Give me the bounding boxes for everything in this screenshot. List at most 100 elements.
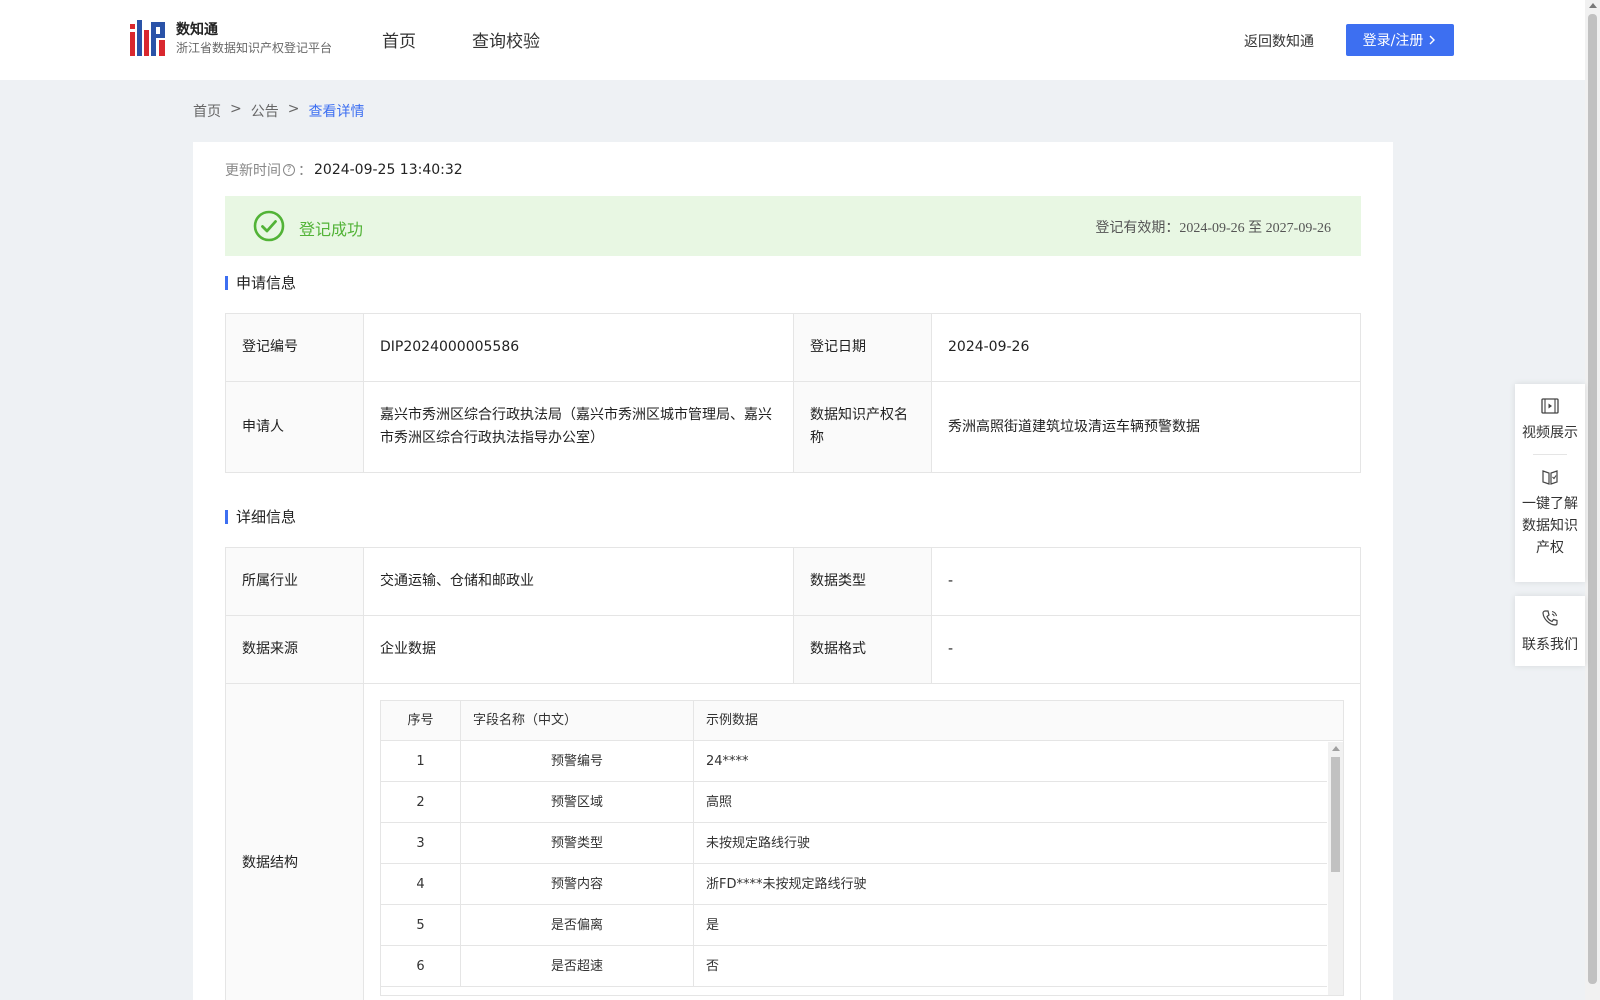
section-apply-info: 申请信息 xyxy=(225,272,296,293)
status-text: 登记成功 xyxy=(299,220,364,239)
table-row: 数据结构 序号 字段名称（中文） 示例数据 1 预警编号 24**** 2 预警… xyxy=(225,683,1361,1000)
learn-ip-button[interactable]: 一键了解数据知识产权 xyxy=(1520,467,1580,559)
applicant-value: 嘉兴市秀洲区综合行政执法局（嘉兴市秀洲区城市管理局、嘉兴市秀洲区综合行政执法指导… xyxy=(363,381,794,473)
structure-table: 序号 字段名称（中文） 示例数据 1 预警编号 24**** 2 预警区域 高照 xyxy=(380,700,1344,996)
scroll-up-arrow-icon[interactable] xyxy=(1589,3,1597,8)
format-value: - xyxy=(931,615,1361,684)
structure-header: 序号 字段名称（中文） 示例数据 xyxy=(381,701,1343,741)
help-icon[interactable]: ? xyxy=(283,164,295,176)
row-field: 预警内容 xyxy=(461,864,694,904)
reg-date-value: 2024-09-26 xyxy=(931,313,1361,382)
table-row: 申请人 嘉兴市秀洲区综合行政执法局（嘉兴市秀洲区城市管理局、嘉兴市秀洲区综合行政… xyxy=(225,381,1361,473)
float-panel-top: 视频展示 一键了解数据知识产权 xyxy=(1515,384,1585,582)
row-sample: 否 xyxy=(706,958,720,974)
structure-scrollbar-thumb[interactable] xyxy=(1331,757,1340,872)
row-field: 是否偏离 xyxy=(461,905,694,945)
phone-icon xyxy=(1542,610,1558,626)
row-no: 5 xyxy=(381,905,461,945)
login-register-button[interactable]: 登录/注册 xyxy=(1346,24,1454,56)
video-showcase-button[interactable]: 视频展示 xyxy=(1522,396,1578,442)
logo-subtitle: 浙江省数据知识产权登记平台 xyxy=(176,41,333,55)
status-banner: 登记成功 登记有效期：2024-09-26 至 2027-09-26 xyxy=(225,196,1361,256)
structure-row: 4 预警内容 浙FD****未按规定路线行驶 xyxy=(381,864,1327,905)
reg-no-label: 登记编号 xyxy=(225,313,364,382)
breadcrumb-separator: > xyxy=(230,101,242,117)
section-title-text: 详细信息 xyxy=(236,508,297,526)
window-scrollbar-thumb[interactable] xyxy=(1588,14,1597,984)
section-title-text: 申请信息 xyxy=(236,274,297,292)
row-field: 预警类型 xyxy=(461,823,694,863)
row-sample: 24**** xyxy=(706,753,749,769)
validity-period: 登记有效期：2024-09-26 至 2027-09-26 xyxy=(1095,217,1331,237)
industry-value: 交通运输、仓储和邮政业 xyxy=(363,547,794,616)
row-sample: 高照 xyxy=(706,794,733,810)
apply-info-table: 登记编号 DIP2024000005586 登记日期 2024-09-26 申请… xyxy=(225,313,1361,473)
breadcrumb-current: 查看详情 xyxy=(308,104,365,120)
row-no: 4 xyxy=(381,864,461,904)
data-type-value: - xyxy=(931,547,1361,616)
update-time-value: 2024-09-25 13:40:32 xyxy=(314,162,463,178)
window-scrollbar[interactable] xyxy=(1585,0,1600,1000)
scroll-up-arrow-icon[interactable] xyxy=(1332,746,1340,751)
applicant-label: 申请人 xyxy=(225,381,364,473)
table-row: 所属行业 交通运输、仓储和邮政业 数据类型 - xyxy=(225,547,1361,616)
source-value: 企业数据 xyxy=(363,615,794,684)
top-header: 数知通 浙江省数据知识产权登记平台 首页 查询校验 返回数知通 登录/注册 xyxy=(0,0,1585,80)
row-sample: 是 xyxy=(706,917,720,933)
contact-us-button[interactable]: 联系我们 xyxy=(1522,608,1578,654)
video-showcase-label: 视频展示 xyxy=(1522,425,1578,441)
nav-home[interactable]: 首页 xyxy=(382,27,416,52)
logo-text: 数知通 浙江省数据知识产权登记平台 xyxy=(176,21,332,57)
structure-cell: 序号 字段名称（中文） 示例数据 1 预警编号 24**** 2 预警区域 高照 xyxy=(363,683,1361,1000)
check-circle-icon xyxy=(253,210,285,242)
reg-no-value: DIP2024000005586 xyxy=(363,313,794,382)
structure-row: 2 预警区域 高照 xyxy=(381,782,1327,823)
video-icon xyxy=(1541,398,1559,414)
row-no: 3 xyxy=(381,823,461,863)
float-panel-contact: 联系我们 xyxy=(1515,596,1585,666)
col-sample-header: 示例数据 xyxy=(706,713,759,728)
structure-row: 1 预警编号 24**** xyxy=(381,741,1327,782)
chevron-right-icon xyxy=(1429,35,1436,45)
detail-card: 更新时间 ? ： 2024-09-25 13:40:32 登记成功 登记有效期：… xyxy=(193,142,1393,1000)
reg-date-label: 登记日期 xyxy=(793,313,932,382)
table-row: 登记编号 DIP2024000005586 登记日期 2024-09-26 xyxy=(225,313,1361,382)
breadcrumb-home[interactable]: 首页 xyxy=(193,101,221,121)
structure-row: 6 是否超速 否 xyxy=(381,946,1327,987)
logo-name: 数知通 xyxy=(176,22,218,38)
breadcrumb: 首页 > 公告 > 查看详情 xyxy=(193,101,364,121)
nav-query-verify[interactable]: 查询校验 xyxy=(472,27,540,52)
row-field: 预警区域 xyxy=(461,782,694,822)
book-icon xyxy=(1542,470,1558,485)
divider xyxy=(1533,454,1567,455)
validity-label: 登记有效期： xyxy=(1095,220,1180,236)
breadcrumb-separator: > xyxy=(287,101,300,117)
col-no-header: 序号 xyxy=(381,701,461,740)
table-row: 数据来源 企业数据 数据格式 - xyxy=(225,615,1361,684)
update-time-row: 更新时间 ? ： 2024-09-25 13:40:32 xyxy=(225,160,463,180)
data-type-label: 数据类型 xyxy=(793,547,932,616)
industry-label: 所属行业 xyxy=(225,547,364,616)
update-time-label: 更新时间 xyxy=(225,163,281,179)
logo-icon xyxy=(130,20,165,56)
back-to-portal-link[interactable]: 返回数知通 xyxy=(1244,31,1314,51)
learn-ip-label: 一键了解数据知识产权 xyxy=(1522,496,1578,556)
row-no: 2 xyxy=(381,782,461,822)
login-register-label: 登录/注册 xyxy=(1362,33,1424,49)
structure-scrollbar[interactable] xyxy=(1328,742,1343,995)
row-field: 是否超速 xyxy=(461,946,694,986)
row-field: 预警编号 xyxy=(461,741,694,781)
col-field-header: 字段名称（中文） xyxy=(461,701,694,740)
row-sample: 未按规定路线行驶 xyxy=(706,835,811,851)
update-time-separator: ： xyxy=(298,163,312,179)
validity-range: 2024-09-26 至 2027-09-26 xyxy=(1179,221,1331,236)
row-no: 1 xyxy=(381,741,461,781)
section-marker xyxy=(225,275,228,290)
main-nav: 首页 查询校验 xyxy=(382,27,540,52)
detail-info-table: 所属行业 交通运输、仓储和邮政业 数据类型 - 数据来源 企业数据 数据格式 -… xyxy=(225,547,1361,1000)
section-marker xyxy=(225,509,228,524)
site-logo[interactable]: 数知通 浙江省数据知识产权登记平台 xyxy=(130,20,332,58)
breadcrumb-notice[interactable]: 公告 xyxy=(251,101,279,121)
contact-us-label: 联系我们 xyxy=(1522,637,1578,653)
row-sample: 浙FD****未按规定路线行驶 xyxy=(706,876,867,892)
